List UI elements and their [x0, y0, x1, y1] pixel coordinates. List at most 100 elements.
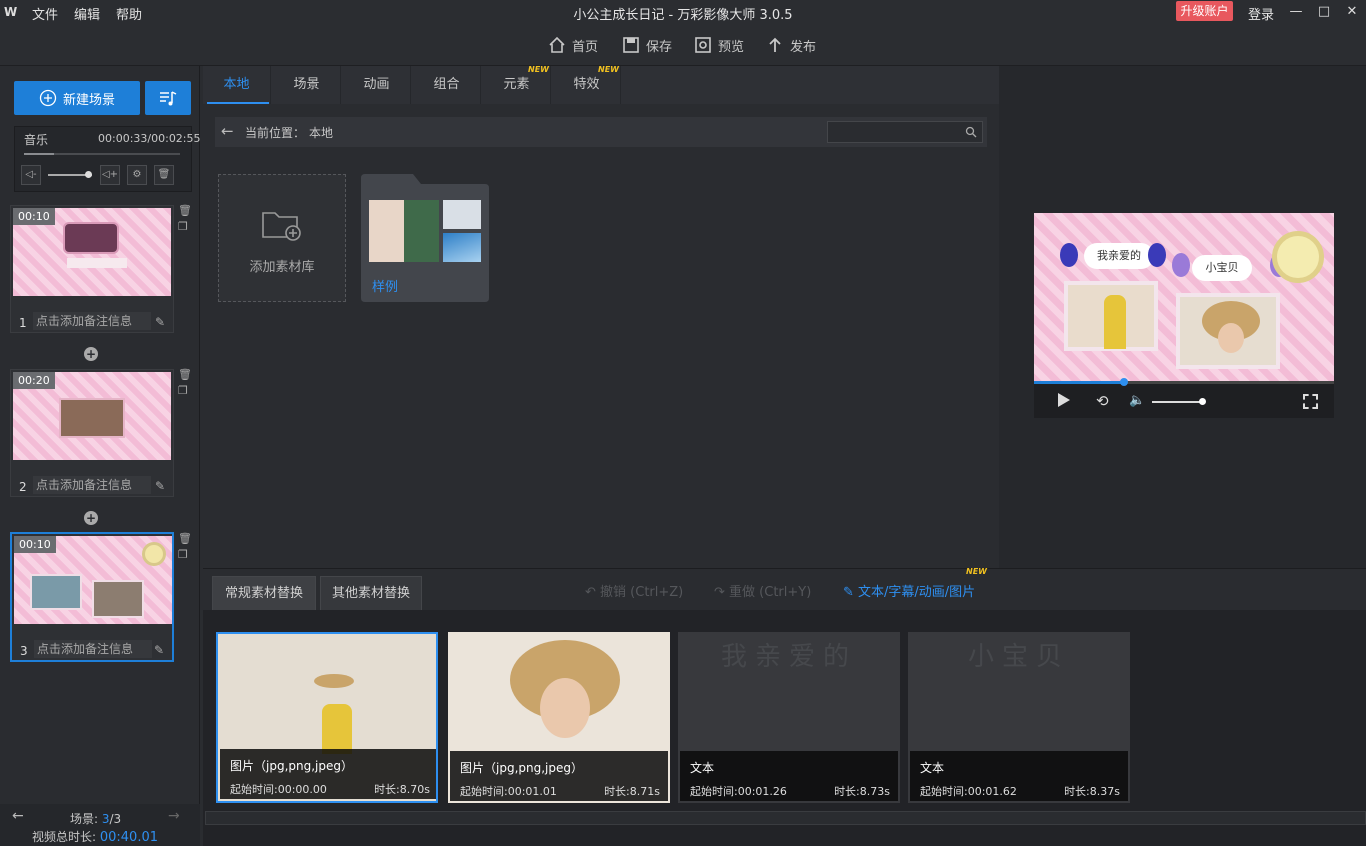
card-start-time: 起始时间:00:00.00 [230, 783, 327, 796]
scene-note-input[interactable]: 点击添加备注信息 [33, 312, 151, 330]
back-arrow-icon[interactable]: ← [221, 122, 234, 140]
copy-icon[interactable]: ❐ [178, 548, 188, 561]
tab-animation[interactable]: 动画 [343, 66, 411, 104]
player-volume-knob[interactable] [1199, 398, 1206, 405]
music-time: 00:00:33/00:02:55 [98, 132, 201, 145]
card-start-time: 起始时间:00:01.62 [920, 785, 1017, 798]
card-type: 图片（jpg,png,jpeg） [460, 761, 583, 775]
publish-button[interactable]: 发布 [766, 34, 816, 56]
login-button[interactable]: 登录 [1248, 4, 1274, 23]
card-info: 图片（jpg,png,jpeg） 起始时间:00:01.01 时长:8.71s [450, 751, 668, 801]
window-title: 小公主成长日记 - 万彩影像大师 3.0.5 [573, 8, 793, 23]
material-card-3[interactable]: 我亲爱的 文本 起始时间:00:01.26 时长:8.73s [678, 632, 900, 803]
preview-button[interactable]: 预览 [694, 34, 744, 56]
scene-note-input[interactable]: 点击添加备注信息 [34, 640, 152, 658]
preview-canvas: 我亲爱的 小宝贝 [1034, 213, 1334, 383]
current-location: 当前位置： 本地 [245, 124, 333, 141]
material-card-4[interactable]: 小宝贝 文本 起始时间:00:01.62 时长:8.37s [908, 632, 1130, 803]
save-button[interactable]: 保存 [622, 34, 672, 56]
fullscreen-icon[interactable] [1303, 394, 1318, 409]
preview-title-2: 小宝贝 [1192, 255, 1252, 281]
home-button[interactable]: 首页 [548, 34, 598, 56]
card-start-time: 起始时间:00:01.26 [690, 785, 787, 798]
replay-icon[interactable]: ⟲ [1096, 392, 1109, 410]
maximize-button[interactable]: □ [1312, 2, 1336, 22]
scene-card-2[interactable]: 00:20 2 点击添加备注信息 ✎ [10, 369, 174, 497]
scene-note-input[interactable]: 点击添加备注信息 [33, 476, 151, 494]
player-progress-knob[interactable] [1120, 378, 1128, 386]
add-scene-button[interactable]: + [84, 347, 98, 361]
total-duration-label: 视频总时长: [32, 830, 100, 844]
scene-counter-label: 场景: [70, 812, 102, 826]
add-library-label: 添加素材库 [249, 260, 315, 275]
redo-button[interactable]: ↷ 重做 (Ctrl+Y) [714, 581, 811, 600]
edit-icon[interactable]: ✎ [155, 315, 165, 329]
add-scene-button[interactable]: + [84, 511, 98, 525]
tab-regular-replace[interactable]: 常规素材替换 [212, 576, 316, 610]
music-list-button[interactable] [145, 81, 191, 115]
location-value: 本地 [309, 126, 334, 140]
card-duration: 时长:8.71s [604, 785, 660, 798]
card-duration: 时长:8.37s [1064, 785, 1120, 798]
scene-number: 1 [19, 316, 27, 330]
trash-icon[interactable]: 🗑 [178, 532, 192, 545]
scene-card-3[interactable]: 00:10 3 点击添加备注信息 ✎ [10, 532, 174, 662]
close-button[interactable]: ✕ [1340, 2, 1364, 22]
music-list-icon [160, 91, 177, 106]
trash-icon[interactable]: 🗑 [178, 204, 192, 217]
material-card-1[interactable]: 图片（jpg,png,jpeg） 起始时间:00:00.00 时长:8.70s [216, 632, 438, 803]
scene-card-1[interactable]: 00:10 1 点击添加备注信息 ✎ [10, 205, 174, 333]
trash-icon[interactable]: 🗑 [154, 165, 174, 185]
home-label: 首页 [572, 39, 599, 55]
scene-number: 3 [20, 644, 28, 658]
copy-icon[interactable]: ❐ [178, 384, 188, 397]
publish-label: 发布 [790, 39, 817, 55]
trash-icon[interactable]: 🗑 [178, 368, 192, 381]
replace-label: 文本/字幕/动画/图片 [858, 585, 976, 600]
preview-title-1: 我亲爱的 [1084, 243, 1154, 269]
tab-scene[interactable]: 场景 [273, 66, 341, 104]
upgrade-account-button[interactable]: 升级账户 [1176, 1, 1233, 21]
minimize-button[interactable]: — [1284, 2, 1308, 22]
preview-photo-1 [1064, 281, 1158, 351]
new-scene-button[interactable]: 新建场景 [14, 81, 140, 115]
save-label: 保存 [646, 39, 673, 55]
main-toolbar [0, 24, 1366, 66]
music-progress-fill [24, 153, 54, 155]
search-input[interactable] [827, 121, 983, 143]
redo-label: 重做 (Ctrl+Y) [729, 585, 812, 600]
add-library-button[interactable] [218, 174, 346, 302]
tab-local[interactable]: 本地 [203, 66, 271, 104]
tab-other-replace[interactable]: 其他素材替换 [320, 576, 422, 610]
prev-scene-arrow-icon[interactable]: ← [12, 808, 24, 824]
volume-down-icon[interactable]: ◁- [21, 165, 41, 185]
balloon-icon [1148, 243, 1166, 267]
tab-combo[interactable]: 组合 [413, 66, 481, 104]
play-icon[interactable] [1058, 393, 1070, 407]
copy-icon[interactable]: ❐ [178, 220, 188, 233]
scene-duration: 00:20 [13, 372, 55, 389]
card-figure [322, 704, 352, 754]
thumb-frame [63, 222, 119, 254]
scene-counter: 场景: 3/3 [70, 810, 121, 827]
player-volume-slider[interactable] [1152, 401, 1204, 403]
music-volume-knob[interactable] [85, 171, 92, 178]
card-info: 图片（jpg,png,jpeg） 起始时间:00:00.00 时长:8.70s [220, 749, 436, 799]
undo-button[interactable]: ↶ 撤销 (Ctrl+Z) [585, 581, 683, 600]
edit-icon[interactable]: ✎ [154, 643, 164, 657]
sample-thumb-small [443, 200, 481, 229]
replace-text-button[interactable]: ✎ 文本/字幕/动画/图片 [843, 581, 975, 600]
new-badge: NEW [598, 65, 619, 74]
next-scene-arrow-icon[interactable]: → [168, 808, 180, 824]
scene-number: 2 [19, 480, 27, 494]
volume-icon[interactable]: 🔈 [1129, 393, 1145, 408]
thumb-caption [67, 258, 127, 268]
edit-icon[interactable]: ✎ [155, 479, 165, 493]
upload-icon [769, 37, 781, 52]
gear-icon[interactable]: ⚙ [127, 165, 147, 185]
material-card-2[interactable]: 图片（jpg,png,jpeg） 起始时间:00:01.01 时长:8.71s [448, 632, 670, 803]
horizontal-scrollbar[interactable] [205, 811, 1366, 825]
preview-photo-2 [1176, 293, 1280, 369]
card-type: 文本 [690, 761, 715, 775]
volume-up-icon[interactable]: ◁+ [100, 165, 120, 185]
